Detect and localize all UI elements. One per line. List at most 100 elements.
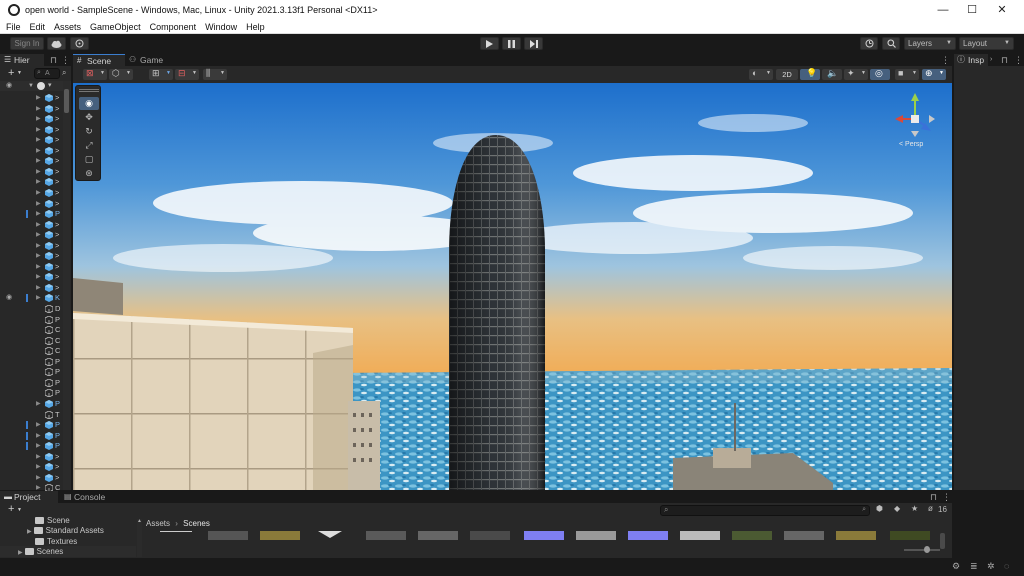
cache-server-icon[interactable]: ≣ [970,561,978,572]
expand-arrow-icon[interactable]: ▶ [36,146,41,156]
hierarchy-row[interactable]: ▶ > [0,241,71,251]
expand-arrow-icon[interactable]: ▶ [36,452,41,462]
asset-thumbnail[interactable] [318,531,342,538]
scrollbar-thumb[interactable] [64,89,69,113]
label-icon[interactable]: ◆ [894,504,900,513]
expand-arrow-icon[interactable]: ▶ [36,188,41,198]
hierarchy-row[interactable]: C [0,346,71,356]
hierarchy-row[interactable]: D [0,304,71,314]
lock-icon[interactable]: ⊓ [1001,55,1008,66]
expand-arrow-icon[interactable]: ▶ [36,93,41,103]
move-tool-icon[interactable]: ✥ [79,111,99,124]
toggle-2d-button[interactable]: 2D [776,69,798,80]
menu-window[interactable]: Window [205,22,237,32]
expand-arrow-icon[interactable]: ▶ [36,209,41,219]
asset-thumbnail[interactable] [784,531,824,540]
expand-arrow-icon[interactable]: ▶ [36,473,41,483]
breadcrumb-assets[interactable]: Assets [146,519,170,528]
thumbnail-size-slider[interactable] [904,546,940,553]
play-button[interactable] [480,37,499,50]
expand-arrow-icon[interactable]: ▶ [36,399,41,409]
menu-edit[interactable]: Edit [30,22,46,32]
expand-arrow-icon[interactable]: ▶ [36,262,41,272]
increment-snap-dropdown[interactable]: ⊟ ▼ [175,68,199,80]
transform-tool-icon[interactable]: ⊛ [79,167,99,180]
hierarchy-row[interactable]: ▶ > [0,104,71,114]
pause-button[interactable] [502,37,521,50]
asset-thumbnail[interactable] [160,531,192,532]
palette-drag-handle[interactable] [79,89,99,92]
hierarchy-search-input[interactable]: ⌕ A [34,68,60,79]
hierarchy-row[interactable]: ▶P [0,420,71,430]
expand-arrow-icon[interactable]: ▶ [36,293,41,303]
hierarchy-row[interactable]: ▶ > [0,220,71,230]
lock-icon[interactable]: ⊓ [930,492,937,503]
asset-thumbnail[interactable] [418,531,458,540]
grid-snap-dropdown[interactable]: ⊞ ▼ [149,68,173,80]
scene-visibility-toggle[interactable]: ◎ [870,68,890,80]
project-search-input[interactable]: ⌕ ⌕ [660,505,870,516]
undo-history-icon[interactable] [860,37,878,50]
expand-arrow-icon[interactable]: ▶ [36,135,41,145]
chevron-right-icon[interactable]: › [990,56,992,63]
expand-arrow-icon[interactable]: ▶ [36,114,41,124]
scene-orientation-gizmo[interactable]: < Persp [885,89,945,151]
more-options-icon[interactable]: ⋮ [61,55,70,66]
visibility-eye-icon[interactable]: ◉ [6,293,12,301]
expand-arrow-icon[interactable]: ▶ [36,230,41,240]
hierarchy-row[interactable]: ▶P [0,441,71,451]
hierarchy-row[interactable]: C [0,336,71,346]
step-button[interactable] [524,37,543,50]
tab-hierarchy[interactable]: ☰ Hier [0,54,44,66]
asset-thumbnail[interactable] [732,531,772,540]
hierarchy-row[interactable]: P [0,367,71,377]
progress-icon[interactable]: ⚙ [952,561,960,572]
menu-help[interactable]: Help [246,22,265,32]
scale-tool-icon[interactable]: ⤢ [79,139,99,152]
hierarchy-row[interactable]: ▶ > [0,167,71,177]
hierarchy-row[interactable]: ▶ > [0,272,71,282]
effects-dropdown[interactable]: ✦ ▼ [844,68,868,80]
collab-icon[interactable] [70,37,89,50]
close-button[interactable]: ✕ [991,2,1013,18]
hierarchy-row[interactable]: ▶ > [0,135,71,145]
hierarchy-row[interactable]: P [0,357,71,367]
asset-thumbnail[interactable] [524,531,564,540]
gizmo-shading-dropdown[interactable]: ◐ ▼ [749,68,773,80]
menu-assets[interactable]: Assets [54,22,81,32]
expand-arrow-icon[interactable]: ▶ [36,462,41,472]
hierarchy-row[interactable]: ▶ > [0,283,71,293]
lighting-toggle[interactable]: 💡 [800,68,820,80]
hierarchy-row[interactable]: ▶ > [0,462,71,472]
expand-arrow-icon[interactable]: ▶ [36,156,41,166]
gizmos-dropdown[interactable]: ⊕ ▼ [922,68,946,80]
camera-dropdown[interactable]: ■ ▼ [895,68,919,80]
asset-thumbnail[interactable] [208,531,248,540]
menu-file[interactable]: File [6,22,21,32]
hierarchy-row[interactable]: ▶ > [0,114,71,124]
tab-inspector[interactable]: ⓘ Insp [954,54,988,66]
view-tool-eye-icon[interactable]: ◉ [79,97,99,110]
expand-arrow-icon[interactable]: ▼ [28,81,34,91]
hierarchy-row[interactable]: ▶ > [0,199,71,209]
add-icon[interactable]: + [8,503,14,515]
expand-arrow-icon[interactable]: ▶ [36,104,41,114]
layers-dropdown[interactable]: Layers ▼ [904,37,956,50]
expand-arrow-icon[interactable]: ▶ [36,251,41,261]
scene-viewport[interactable]: ◉ ✥ ↻ ⤢ ▢ ⊛ < Persp [73,83,952,490]
search-icon[interactable] [882,37,900,50]
cloud-icon[interactable] [47,37,66,50]
hidden-packages-icon[interactable]: ø [928,504,933,513]
expand-arrow-icon[interactable]: ▶ [36,220,41,230]
favorite-icon[interactable]: ★ [911,504,918,513]
hierarchy-row[interactable]: ▶ > [0,93,71,103]
rect-tool-icon[interactable]: ▢ [79,153,99,166]
hierarchy-row[interactable]: ▶ > [0,156,71,166]
minimize-button[interactable]: — [932,2,954,18]
expand-arrow-icon[interactable]: ▶ [36,241,41,251]
eye-icon[interactable]: ◉ [6,81,12,91]
more-options-icon[interactable]: ⋮ [1014,55,1023,66]
tab-project[interactable]: ▬ Project [0,491,58,503]
menu-gameobject[interactable]: GameObject [90,22,141,32]
expand-arrow-icon[interactable]: ▶ [36,283,41,293]
